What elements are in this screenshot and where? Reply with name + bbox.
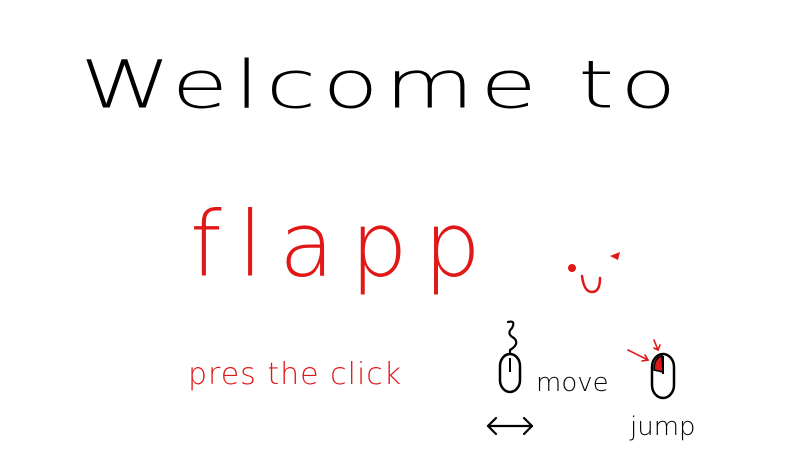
smiley-right-eye	[610, 252, 620, 260]
smiley-mouth	[580, 274, 602, 294]
smiley-face-icon	[568, 252, 620, 294]
press-click-instruction: pres the click	[188, 357, 403, 392]
move-label: move	[536, 368, 609, 398]
welcome-title: Welcome to	[80, 46, 683, 124]
game-name: flapp	[190, 191, 498, 298]
smiley-left-eye	[568, 264, 576, 272]
left-right-arrow-icon	[486, 416, 534, 436]
mouse-icon	[498, 320, 522, 394]
jump-label: jump	[630, 412, 696, 442]
mouse-left-click-icon	[627, 339, 676, 400]
